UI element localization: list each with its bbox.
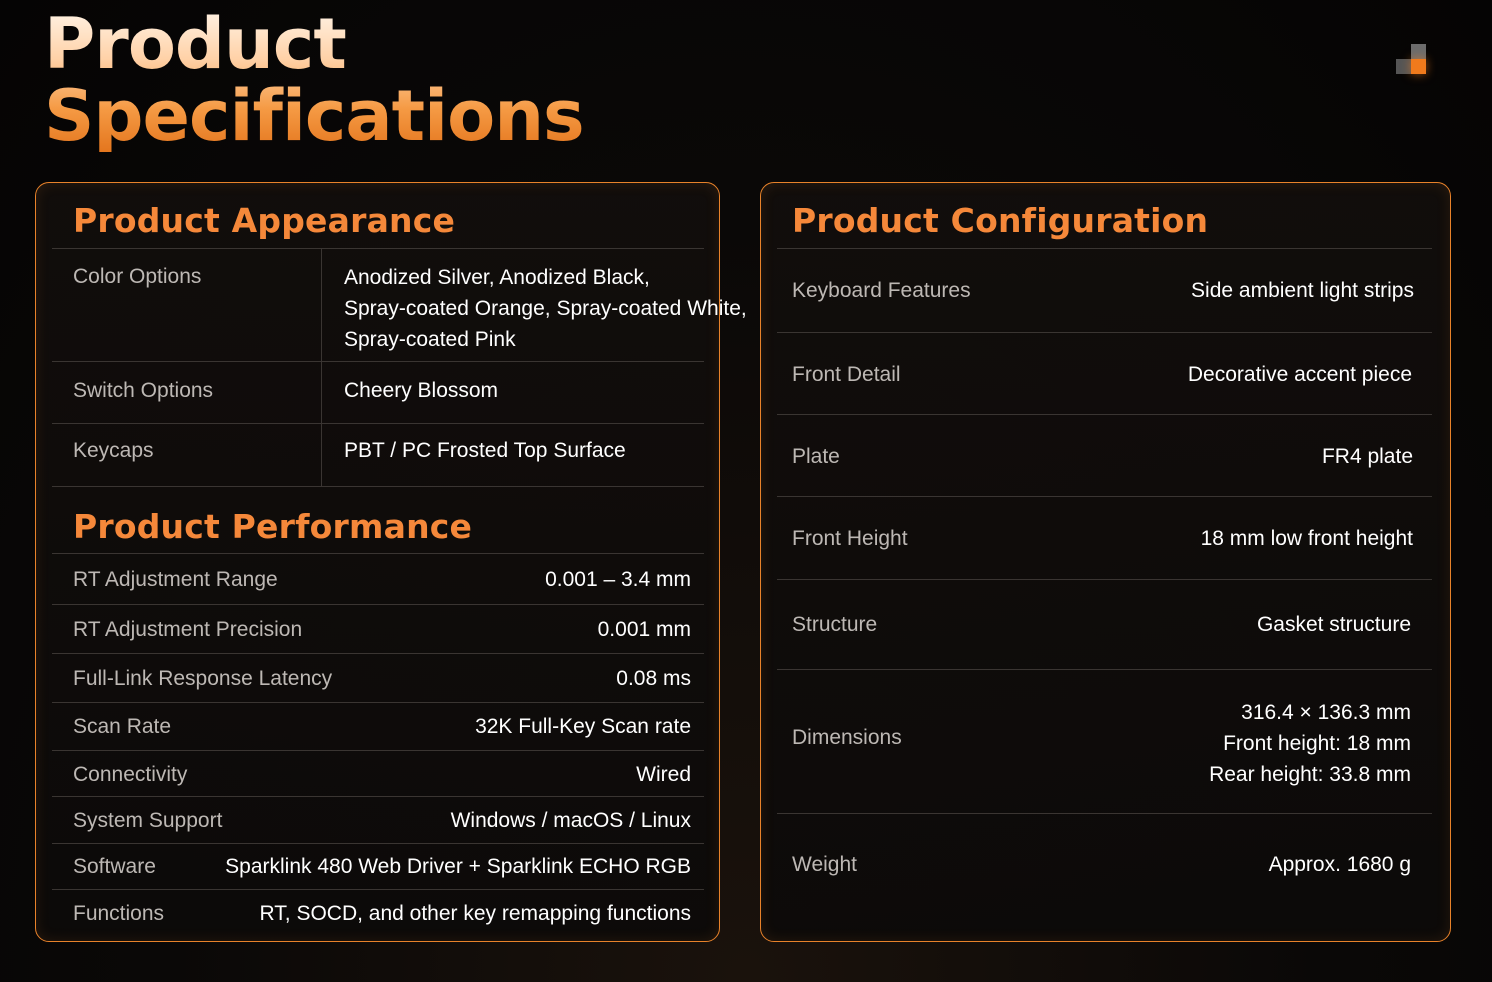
spec-value-software: Sparklink 480 Web Driver + Sparklink ECH… xyxy=(225,855,691,878)
spec-label-plate: Plate xyxy=(792,445,840,468)
spec-value-keyboard-features: Side ambient light strips xyxy=(1191,279,1414,302)
spec-label-rt-precision: RT Adjustment Precision xyxy=(73,618,303,641)
spec-label-front-detail: Front Detail xyxy=(792,363,901,386)
divider xyxy=(777,579,1432,580)
divider xyxy=(777,496,1432,497)
divider xyxy=(777,813,1432,814)
spec-value-color-options: Anodized Silver, Anodized Black, Spray-c… xyxy=(344,266,747,351)
spec-value-front-detail: Decorative accent piece xyxy=(1187,363,1412,386)
divider xyxy=(52,361,704,362)
spec-value-keycaps: PBT / PC Frosted Top Surface xyxy=(344,439,626,462)
spec-value-structure: Gasket structure xyxy=(1256,613,1411,636)
spec-value-rt-precision: 0.001 mm xyxy=(597,618,691,641)
appearance-section-title: Product Appearance xyxy=(73,201,456,240)
page-title: Product Specifications xyxy=(44,8,584,152)
divider xyxy=(52,653,704,654)
divider xyxy=(52,889,704,890)
spec-label-rt-range: RT Adjustment Range xyxy=(73,568,278,591)
divider xyxy=(52,702,704,703)
spec-label-keyboard-features: Keyboard Features xyxy=(792,279,971,302)
column-divider xyxy=(321,248,322,486)
spec-value-functions: RT, SOCD, and other key remapping functi… xyxy=(259,902,692,925)
spec-label-scan-rate: Scan Rate xyxy=(73,715,172,738)
spec-value-dimensions: 316.4 × 136.3 mm Front height: 18 mm Rea… xyxy=(1209,701,1411,786)
divider xyxy=(52,796,704,797)
brand-logo-icon xyxy=(1396,44,1430,78)
spec-value-rt-range: 0.001 – 3.4 mm xyxy=(545,568,691,591)
spec-value-plate: FR4 plate xyxy=(1321,445,1413,468)
divider xyxy=(777,414,1432,415)
spec-label-software: Software xyxy=(73,855,156,878)
divider xyxy=(52,604,704,605)
appearance-performance-card: Product Appearance Color Options Anodize… xyxy=(35,182,747,942)
configuration-card: Product Configuration Keyboard Features … xyxy=(760,182,1451,942)
divider xyxy=(777,669,1432,670)
divider xyxy=(52,486,704,487)
divider xyxy=(52,750,704,751)
performance-section-title: Product Performance xyxy=(73,507,473,546)
spec-label-front-height: Front Height xyxy=(792,527,908,550)
divider xyxy=(52,423,704,424)
divider xyxy=(777,248,1432,249)
spec-value-system-support: Windows / macOS / Linux xyxy=(450,809,691,832)
divider xyxy=(52,553,704,554)
spec-label-functions: Functions xyxy=(73,902,165,925)
spec-value-scan-rate: 32K Full-Key Scan rate xyxy=(475,715,691,738)
spec-value-weight: Approx. 1680 g xyxy=(1268,853,1411,876)
spec-label-system-support: System Support xyxy=(73,809,223,832)
spec-label-connectivity: Connectivity xyxy=(73,763,188,786)
spec-label-weight: Weight xyxy=(792,853,857,876)
spec-label-dimensions: Dimensions xyxy=(792,726,902,749)
spec-label-color-options: Color Options xyxy=(73,265,202,288)
page-title-line1: Product xyxy=(44,3,346,85)
spec-label-keycaps: Keycaps xyxy=(73,439,154,462)
page-title-line2: Specifications xyxy=(44,75,584,157)
divider xyxy=(52,843,704,844)
spec-value-switch-options: Cheery Blossom xyxy=(344,379,499,402)
spec-label-latency: Full-Link Response Latency xyxy=(73,667,333,690)
divider xyxy=(777,332,1432,333)
spec-value-connectivity: Wired xyxy=(636,763,691,786)
spec-label-structure: Structure xyxy=(792,613,878,636)
configuration-section-title: Product Configuration xyxy=(792,201,1209,240)
spec-value-latency: 0.08 ms xyxy=(616,667,691,690)
spec-value-front-height: 18 mm low front height xyxy=(1200,527,1413,550)
divider xyxy=(52,248,704,249)
spec-label-switch-options: Switch Options xyxy=(73,379,214,402)
